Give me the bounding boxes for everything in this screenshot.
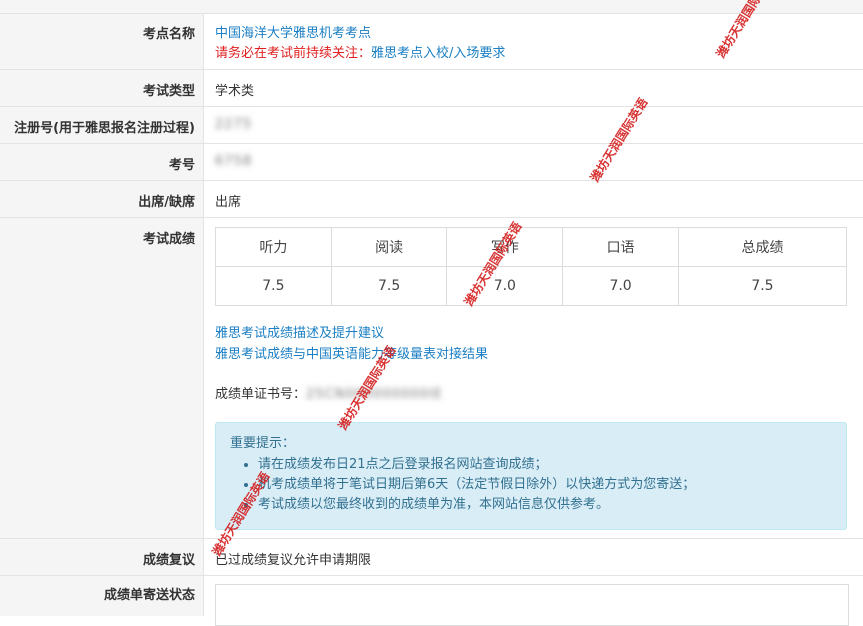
notice-item: 请在成绩发布日21点之后登录报名网站查询成绩； xyxy=(258,455,832,475)
score-speaking: 7.0 xyxy=(562,266,679,306)
mail-status-table-edge xyxy=(215,584,849,626)
entry-requirements-link[interactable]: 雅思考点入校/入场要求 xyxy=(371,46,505,61)
score-header-speaking: 口语 xyxy=(562,227,679,267)
important-notice: 重要提示： 请在成绩发布日21点之后登录报名网站查询成绩； 机考成绩单将于笔试日… xyxy=(215,422,847,530)
score-description-link[interactable]: 雅思考试成绩描述及提升建议 xyxy=(215,326,384,341)
notice-list: 请在成绩发布日21点之后登录报名网站查询成绩； 机考成绩单将于笔试日期后第6天（… xyxy=(230,455,832,515)
exam-number-wrap: 6758 xyxy=(215,144,863,180)
exam-type-value: 学术类 xyxy=(215,84,255,99)
test-site-link[interactable]: 中国海洋大学雅思机考考点 xyxy=(215,26,371,41)
test-site-warning: 请务必在考试前持续关注： xyxy=(215,46,372,61)
row-recheck: 成绩复议 已过成绩复议允许申请期限 xyxy=(0,539,863,576)
notice-item: 考试成绩以您最终收到的成绩单为准，本网站信息仅供参考。 xyxy=(258,495,832,515)
score-header-overall: 总成绩 xyxy=(677,227,848,267)
table-top-edge xyxy=(0,0,863,14)
scores-label: 考试成绩 xyxy=(0,218,204,538)
row-mail-status: 成绩单寄送状态 xyxy=(0,576,863,626)
recheck-value: 已过成绩复议允许申请期限 xyxy=(215,553,372,568)
row-exam-type: 考试类型 学术类 xyxy=(0,70,863,107)
exam-number-value: 6758 xyxy=(215,154,253,169)
row-scores: 考试成绩 听力 阅读 写作 口语 总成绩 7.5 7.5 7.0 7.0 7.5… xyxy=(0,218,863,539)
exam-type-label: 考试类型 xyxy=(0,70,204,106)
score-table-header-row: 听力 阅读 写作 口语 总成绩 xyxy=(215,227,848,267)
score-header-reading: 阅读 xyxy=(330,227,448,267)
attendance-value: 出席 xyxy=(215,195,242,210)
row-registration-number: 注册号(用于雅思报名注册过程) 2275 xyxy=(0,107,863,144)
test-site-value-wrap: 中国海洋大学雅思机考考点 请务必在考试前持续关注：雅思考点入校/入场要求 xyxy=(215,14,863,69)
score-table-value-row: 7.5 7.5 7.0 7.0 7.5 xyxy=(215,266,848,306)
cse-mapping-link[interactable]: 雅思考试成绩与中国英语能力等级量表对接结果 xyxy=(215,347,488,362)
registration-number-wrap: 2275 xyxy=(215,107,863,143)
score-table: 听力 阅读 写作 口语 总成绩 7.5 7.5 7.0 7.0 7.5 xyxy=(215,227,848,306)
report-number-label: 成绩单证书号： xyxy=(215,387,307,402)
notice-title: 重要提示： xyxy=(230,436,296,451)
score-reading: 7.5 xyxy=(330,266,448,306)
recheck-label: 成绩复议 xyxy=(0,539,204,575)
notice-item: 机考成绩单将于笔试日期后第6天（法定节假日除外）以快递方式为您寄送； xyxy=(258,475,832,495)
registration-number-label: 注册号(用于雅思报名注册过程) xyxy=(0,107,204,143)
score-header-listening: 听力 xyxy=(215,227,332,267)
attendance-label: 出席/缺席 xyxy=(0,181,204,217)
score-overall: 7.5 xyxy=(677,266,848,306)
report-number-line: 成绩单证书号：25CN000000000IE xyxy=(215,383,443,402)
score-listening: 7.5 xyxy=(215,266,332,306)
mail-status-label: 成绩单寄送状态 xyxy=(0,576,204,616)
row-attendance: 出席/缺席 出席 xyxy=(0,181,863,218)
row-exam-number: 考号 6758 xyxy=(0,144,863,181)
registration-number-value: 2275 xyxy=(215,117,253,132)
score-links: 雅思考试成绩描述及提升建议 雅思考试成绩与中国英语能力等级量表对接结果 xyxy=(215,322,488,362)
exam-number-label: 考号 xyxy=(0,144,204,180)
test-site-label: 考点名称 xyxy=(0,14,204,69)
